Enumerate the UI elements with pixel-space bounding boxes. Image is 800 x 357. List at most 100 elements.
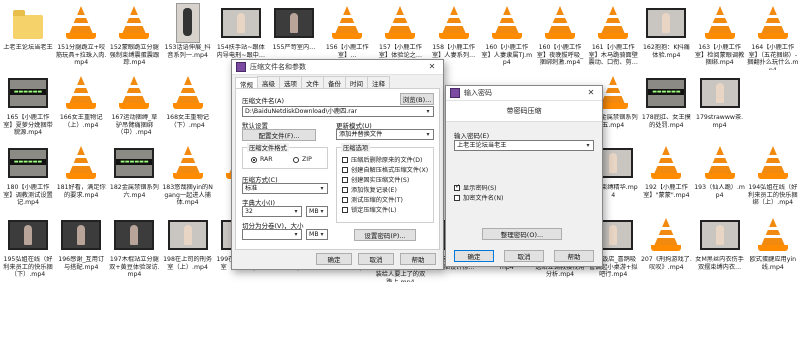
file-name: 179strawww茶.mp4 <box>696 114 744 129</box>
set-password-button[interactable]: 设置密码(P)... <box>354 229 416 241</box>
format-zip-radio[interactable]: ZIP <box>293 156 312 163</box>
file-item[interactable]: 183悠哉捆yin的Ngang一起进人捕体.mp4 <box>162 142 214 210</box>
help-button[interactable]: 帮助 <box>554 250 594 262</box>
file-item[interactable]: 151分腿跪立+咬筋玩具+拉珠入肉.mp4 <box>55 2 107 70</box>
vlc-cone-icon <box>540 4 580 42</box>
chevron-down-icon[interactable]: ▾ <box>292 207 300 216</box>
video-thumbnail <box>646 4 687 42</box>
file-item[interactable]: 168女王重物记（下）.mp4 <box>162 72 214 140</box>
chevron-down-icon[interactable]: ▾ <box>318 207 326 216</box>
file-name: 193（仙人跪）.mp4 <box>694 184 745 199</box>
video-thumbnail <box>114 216 155 254</box>
cancel-button[interactable]: 取消 <box>504 250 544 262</box>
option-solid[interactable]: 创建固实压缩文件(S) <box>342 175 409 184</box>
vlc-cone-icon <box>487 4 527 42</box>
file-name: 165【小鹿工作室】夏萝分娩捆带貌源.mp4 <box>3 114 53 137</box>
file-item[interactable]: 162抱抱：K抖痛体验.mp4 <box>640 2 692 70</box>
option-recovery-record[interactable]: 添加恢复记录(E) <box>342 185 397 194</box>
password-heading: 带密码压缩 <box>446 101 602 122</box>
browse-button[interactable]: 浏览(B)... <box>400 93 434 105</box>
file-name: 154扶手站~跟体内导电刑~跟中… <box>216 44 266 59</box>
video-thumbnail <box>699 74 740 112</box>
ok-button[interactable]: 确定 <box>316 253 352 265</box>
password-label: 输入密码(E) <box>454 132 490 140</box>
encrypt-names-checkbox[interactable]: 加密文件名(N) <box>454 193 503 202</box>
file-name: 157【小鹿工作室】体验论之… <box>378 44 423 59</box>
video-thumbnail: ▬▬▬▬▬▬ <box>114 144 155 182</box>
archive-name-input[interactable]: D:\BaiduNetdiskDownload\小鹿四.rar ▾ <box>242 106 434 117</box>
chevron-down-icon[interactable]: ▾ <box>424 130 432 139</box>
video-thumbnail <box>274 4 314 42</box>
file-item[interactable]: 195弘姐在线（好利来员工的快乐捆（下）.mp4 <box>2 214 54 282</box>
general-tab-panel: 压缩文件名(A) 浏览(B)... D:\BaiduNetdiskDownloa… <box>235 88 440 250</box>
dict-size-select[interactable]: 32 ▾ <box>242 206 302 217</box>
file-name: 195弘姐在线（好利来员工的快乐捆（下）.mp4 <box>3 256 53 279</box>
archive-dialog-titlebar[interactable]: 压缩文件名和参数 ✕ <box>232 60 443 75</box>
file-item[interactable]: 152蒙眼跪立分腿强制束缚震蛋震跟踪.mp4 <box>108 2 160 70</box>
file-item[interactable]: 164【小鹿工作室】（五花捆绑）-捆翻扑么玩什么.mp4 <box>747 2 799 70</box>
vlc-cone-icon <box>700 144 740 182</box>
video-thumbnail <box>220 4 261 42</box>
file-item[interactable]: ▬▬▬▬▬▬ 180【小鹿工作室】调教测试设置记.mp4 <box>2 142 54 210</box>
file-name: 194弘姐在线（好利来员工的快乐捆绑（上）.mp4 <box>748 184 798 207</box>
vlc-cone-icon <box>380 4 420 42</box>
file-name: 183悠哉捆yin的Ngang一起进人捕体.mp4 <box>162 184 213 207</box>
chevron-down-icon[interactable]: ▾ <box>318 184 326 193</box>
file-item[interactable]: 161【小鹿工作室】木马跪骑面壁震动、口衔、剪… <box>587 2 639 70</box>
file-item[interactable]: 167运动捆缚_草驴吊臂痛捆绑（中）.mp4 <box>108 72 160 140</box>
update-mode-select[interactable]: 添加并替换文件 ▾ <box>336 129 434 140</box>
dict-unit-select[interactable]: MB ▾ <box>306 206 328 217</box>
close-icon[interactable]: ✕ <box>421 60 443 74</box>
file-item[interactable]: ▬▬▬▬▬▬ 178屁肛、女王摸的处罚.mp4 <box>640 72 692 140</box>
chevron-down-icon[interactable]: ▾ <box>424 107 432 116</box>
password-input[interactable]: 上老王论坛当老王 ▾ <box>454 140 594 151</box>
file-item[interactable]: 欧式蛋腱应用yin线.mp4 <box>747 214 799 282</box>
file-name: 181好看，满足你的要求.mp4 <box>56 184 106 199</box>
file-item[interactable]: ▬▬▬▬▬▬ 165【小鹿工作室】夏萝分娩捆带貌源.mp4 <box>2 72 54 140</box>
chevron-down-icon[interactable]: ▾ <box>318 230 326 239</box>
file-item[interactable]: 198在上司的刑务室（上）.mp4 <box>162 214 214 282</box>
help-button[interactable]: 帮助 <box>400 253 436 265</box>
file-item[interactable]: 181好看，满足你的要求.mp4 <box>55 142 107 210</box>
file-item[interactable]: ▬▬▬▬▬▬ 182金属禁锢系列六.mp4 <box>108 142 160 210</box>
file-item[interactable]: 160【小鹿工作室】人妻隶属TJ.mp4 <box>481 2 533 70</box>
organize-passwords-button[interactable]: 整理密码(O)... <box>482 228 562 240</box>
file-item[interactable]: 163【小鹿工作室】检阅蒙眼调教捆绑.mp4 <box>694 2 746 70</box>
file-name: 158【小鹿工作室】人妻系列… <box>431 44 476 59</box>
method-select[interactable]: 标准 ▾ <box>242 183 328 194</box>
file-name: 207《刑拘游戏了.叹叹》.mp4 <box>640 256 692 271</box>
profiles-button[interactable]: 配置文件(F)... <box>242 129 316 141</box>
vlc-cone-icon <box>327 4 367 42</box>
close-icon[interactable]: ✕ <box>580 86 602 100</box>
format-rar-radio[interactable]: RAR <box>251 156 273 163</box>
cancel-button[interactable]: 取消 <box>358 253 394 265</box>
chevron-down-icon[interactable]: ▾ <box>584 141 592 150</box>
file-item[interactable]: 女M黑丝内衣伤手双摆束缚内衣… <box>694 214 746 282</box>
file-item[interactable]: 193（仙人跪）.mp4 <box>694 142 746 210</box>
file-name: 160【小鹿工作室】夜晚拔呼吸_捆绑刺激.mp4 <box>536 44 584 67</box>
split-unit-select[interactable]: MB ▾ <box>306 229 328 240</box>
file-item[interactable]: 196感谢_互用订与搭配.mp4 <box>55 214 107 282</box>
split-size-select[interactable]: ▾ <box>242 229 302 240</box>
ok-button[interactable]: 确定 <box>454 250 494 262</box>
option-test-files[interactable]: 测试压缩的文件(T) <box>342 195 403 204</box>
folder-item[interactable]: 上老王论坛当老王 <box>2 2 54 70</box>
file-name: 166女王重物记（上）.mp4 <box>59 114 103 129</box>
file-item[interactable]: 194弘姐在线（好利来员工的快乐捆绑（上）.mp4 <box>747 142 799 210</box>
option-lock[interactable]: 锁定压缩文件(L) <box>342 205 396 214</box>
chevron-down-icon[interactable]: ▾ <box>292 230 300 239</box>
file-item[interactable]: 166女王重物记（上）.mp4 <box>55 72 107 140</box>
file-item[interactable]: 179strawww茶.mp4 <box>694 72 746 140</box>
archive-dialog: 压缩文件名和参数 ✕ 常规 高级 选项 文件 备份 时间 注释 压缩文件名(A)… <box>231 59 444 270</box>
show-password-checkbox[interactable]: 显示密码(S) <box>454 183 497 192</box>
file-item[interactable]: 207《刑拘游戏了.叹叹》.mp4 <box>640 214 692 282</box>
file-item[interactable]: 153话语伸展_抖音系列一.mp4 <box>162 2 214 70</box>
file-item[interactable]: 160【小鹿工作室】夜晚拔呼吸_捆绑刺激.mp4 <box>534 2 586 70</box>
option-create-sfx[interactable]: 创建自解压格式压缩文件(X) <box>342 165 428 174</box>
file-item[interactable]: 192【小鹿工作室】"蒙蒙".mp4 <box>640 142 692 210</box>
file-item[interactable]: 197木棍站立分腿双+黄豆体验深访.mp4 <box>108 214 160 282</box>
file-name: 196感谢_互用订与搭配.mp4 <box>58 256 105 271</box>
option-delete-after[interactable]: 压缩后删除原来的文件(D) <box>342 155 422 164</box>
vlc-cone-icon <box>434 4 474 42</box>
password-dialog-titlebar[interactable]: 输入密码 ✕ <box>446 86 602 101</box>
